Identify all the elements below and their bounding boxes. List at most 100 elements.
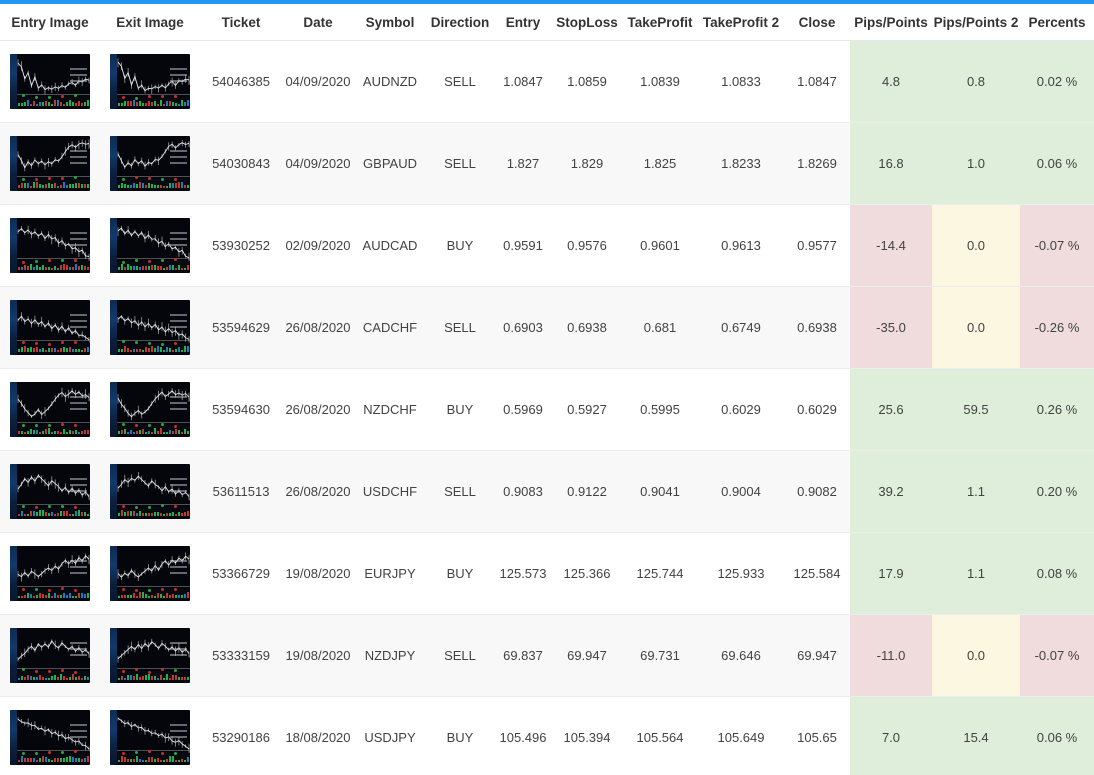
pips-points-2-cell: 1.1: [932, 532, 1020, 615]
table-row[interactable]: 53930252 02/09/2020 AUDCAD BUY 0.9591 0.9576 0…: [0, 204, 1094, 287]
takeprofit-cell: 69.731: [622, 614, 698, 697]
table-row[interactable]: 53594629 26/08/2020 CADCHF SELL 0.6903 0.6938…: [0, 286, 1094, 369]
column-header-pips-points-2[interactable]: Pips/Points 2: [932, 4, 1020, 41]
exit-chart-thumbnail[interactable]: [110, 546, 190, 601]
table-row[interactable]: 53290186 18/08/2020 USDJPY BUY 105.496 105.39…: [0, 696, 1094, 775]
stoploss-cell: 105.394: [552, 696, 622, 775]
exit-image-cell[interactable]: [100, 368, 200, 451]
exit-image-cell[interactable]: [100, 286, 200, 369]
column-header-symbol[interactable]: Symbol: [354, 4, 426, 41]
entry-chart-thumbnail[interactable]: [10, 382, 90, 437]
percents-cell: 0.08 %: [1020, 532, 1094, 615]
entry-image-cell[interactable]: [0, 368, 100, 451]
date-cell: 26/08/2020: [282, 286, 354, 369]
date-cell: 26/08/2020: [282, 368, 354, 451]
direction-cell: SELL: [426, 122, 494, 205]
entry-price-cell: 69.837: [494, 614, 552, 697]
ticket-cell: 53333159: [200, 614, 282, 697]
percents-cell: 0.06 %: [1020, 696, 1094, 775]
pips-points-cell: -14.4: [850, 204, 932, 287]
entry-chart-thumbnail[interactable]: [10, 464, 90, 519]
column-header-ticket[interactable]: Ticket: [200, 4, 282, 41]
entry-image-cell[interactable]: [0, 696, 100, 775]
table-row[interactable]: 53594630 26/08/2020 NZDCHF BUY 0.5969 0.5927 0…: [0, 368, 1094, 451]
table-row[interactable]: 53366729 19/08/2020 EURJPY BUY 125.573 125.36…: [0, 532, 1094, 615]
direction-cell: BUY: [426, 532, 494, 615]
exit-image-cell[interactable]: [100, 696, 200, 775]
pips-points-2-cell: 0.0: [932, 614, 1020, 697]
takeprofit-2-cell: 69.646: [698, 614, 784, 697]
ticket-cell: 53611513: [200, 450, 282, 533]
percents-cell: 0.02 %: [1020, 40, 1094, 123]
entry-image-cell[interactable]: [0, 532, 100, 615]
entry-chart-thumbnail[interactable]: [10, 546, 90, 601]
entry-image-cell[interactable]: [0, 122, 100, 205]
exit-chart-thumbnail[interactable]: [110, 710, 190, 765]
date-cell: 19/08/2020: [282, 532, 354, 615]
column-header-takeprofit[interactable]: TakeProfit: [622, 4, 698, 41]
entry-chart-thumbnail[interactable]: [10, 628, 90, 683]
exit-chart-thumbnail[interactable]: [110, 300, 190, 355]
trade-history-page: Entry Image Exit Image Ticket Date Symbo…: [0, 0, 1094, 775]
column-header-exit-image[interactable]: Exit Image: [100, 4, 200, 41]
entry-price-cell: 1.0847: [494, 40, 552, 123]
column-header-stoploss[interactable]: StopLoss: [552, 4, 622, 41]
exit-chart-thumbnail[interactable]: [110, 136, 190, 191]
exit-chart-thumbnail[interactable]: [110, 218, 190, 273]
takeprofit-2-cell: 0.6029: [698, 368, 784, 451]
entry-price-cell: 105.496: [494, 696, 552, 775]
entry-chart-thumbnail[interactable]: [10, 218, 90, 273]
entry-chart-thumbnail[interactable]: [10, 300, 90, 355]
column-header-entry-image[interactable]: Entry Image: [0, 4, 100, 41]
exit-chart-thumbnail[interactable]: [110, 464, 190, 519]
table-row[interactable]: 53333159 19/08/2020 NZDJPY SELL 69.837 69.947…: [0, 614, 1094, 697]
symbol-cell: EURJPY: [354, 532, 426, 615]
table-header: Entry Image Exit Image Ticket Date Symbo…: [0, 4, 1094, 41]
close-cell: 0.9577: [784, 204, 850, 287]
pips-points-2-cell: 1.0: [932, 122, 1020, 205]
exit-image-cell[interactable]: [100, 614, 200, 697]
entry-image-cell[interactable]: [0, 614, 100, 697]
date-cell: 26/08/2020: [282, 450, 354, 533]
exit-image-cell[interactable]: [100, 204, 200, 287]
exit-chart-thumbnail[interactable]: [110, 628, 190, 683]
takeprofit-cell: 0.5995: [622, 368, 698, 451]
column-header-takeprofit-2[interactable]: TakeProfit 2: [698, 4, 784, 41]
pips-points-cell: -11.0: [850, 614, 932, 697]
column-header-close[interactable]: Close: [784, 4, 850, 41]
exit-image-cell[interactable]: [100, 40, 200, 123]
date-cell: 18/08/2020: [282, 696, 354, 775]
column-header-percents[interactable]: Percents: [1020, 4, 1094, 41]
pips-points-cell: -35.0: [850, 286, 932, 369]
entry-chart-thumbnail[interactable]: [10, 136, 90, 191]
entry-image-cell[interactable]: [0, 450, 100, 533]
symbol-cell: NZDJPY: [354, 614, 426, 697]
pips-points-2-cell: 0.8: [932, 40, 1020, 123]
entry-image-cell[interactable]: [0, 204, 100, 287]
stoploss-cell: 69.947: [552, 614, 622, 697]
entry-chart-thumbnail[interactable]: [10, 710, 90, 765]
entry-chart-thumbnail[interactable]: [10, 54, 90, 109]
ticket-cell: 53366729: [200, 532, 282, 615]
exit-image-cell[interactable]: [100, 122, 200, 205]
column-header-date[interactable]: Date: [282, 4, 354, 41]
exit-image-cell[interactable]: [100, 450, 200, 533]
exit-chart-thumbnail[interactable]: [110, 54, 190, 109]
exit-image-cell[interactable]: [100, 532, 200, 615]
table-header-row: Entry Image Exit Image Ticket Date Symbo…: [0, 4, 1094, 41]
pips-points-2-cell: 0.0: [932, 204, 1020, 287]
percents-cell: 0.26 %: [1020, 368, 1094, 451]
close-cell: 0.9082: [784, 450, 850, 533]
column-header-entry[interactable]: Entry: [494, 4, 552, 41]
entry-image-cell[interactable]: [0, 286, 100, 369]
column-header-pips-points[interactable]: Pips/Points: [850, 4, 932, 41]
exit-chart-thumbnail[interactable]: [110, 382, 190, 437]
symbol-cell: AUDNZD: [354, 40, 426, 123]
entry-image-cell[interactable]: [0, 40, 100, 123]
column-header-direction[interactable]: Direction: [426, 4, 494, 41]
table-row[interactable]: 53611513 26/08/2020 USDCHF SELL 0.9083 0.9122…: [0, 450, 1094, 533]
table-row[interactable]: 54030843 04/09/2020 GBPAUD SELL 1.827 1.829 1.…: [0, 122, 1094, 205]
table-row[interactable]: 54046385 04/09/2020 AUDNZD SELL 1.0847 1.0859…: [0, 40, 1094, 123]
close-cell: 1.8269: [784, 122, 850, 205]
direction-cell: SELL: [426, 614, 494, 697]
